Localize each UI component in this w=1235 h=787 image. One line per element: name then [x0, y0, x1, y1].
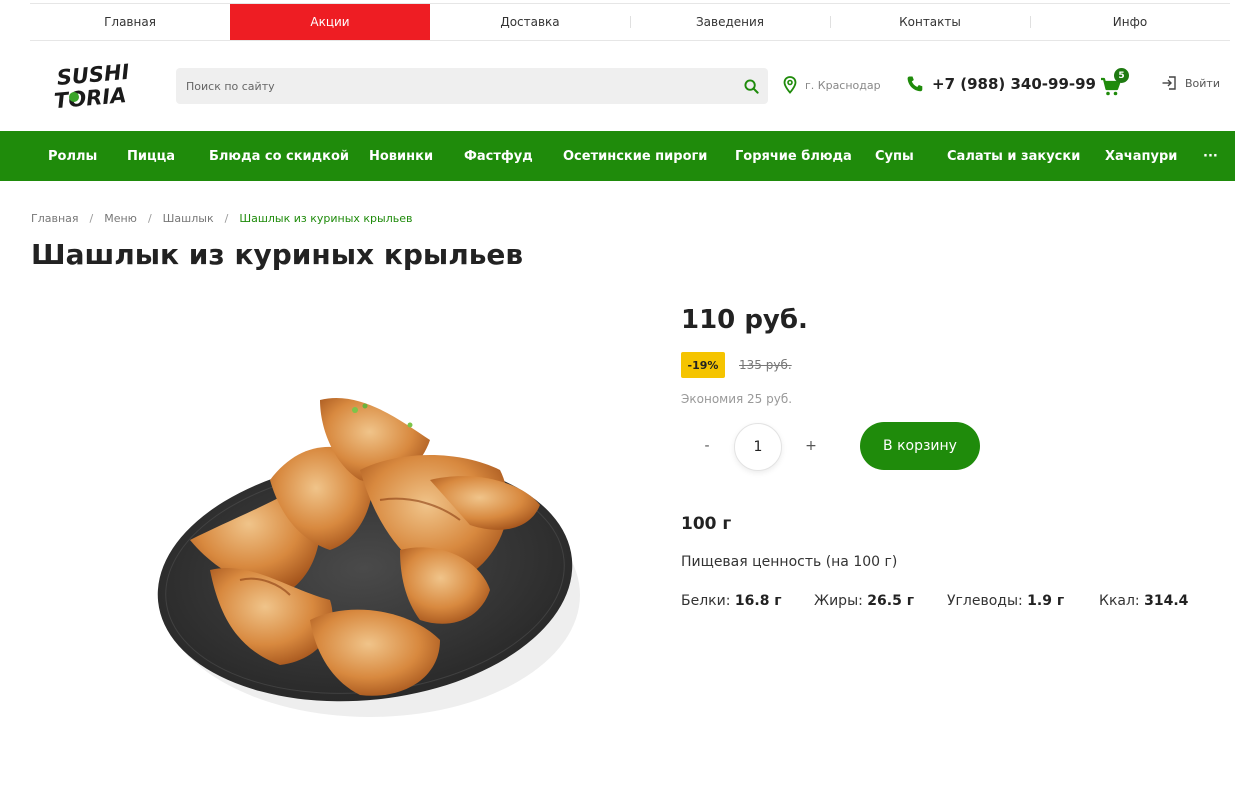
cart-button[interactable]: 5 [1100, 68, 1132, 100]
breadcrumb-current: Шашлык из куриных крыльев [239, 212, 413, 225]
menu-item-salads[interactable]: Салаты и закуски [947, 131, 1080, 181]
login-label: Войти [1185, 76, 1220, 90]
login-icon [1162, 76, 1176, 90]
discount-badge: -19% [681, 352, 725, 378]
location-pin-icon [783, 76, 797, 94]
site-logo[interactable]: SUSHI TORIA [52, 58, 142, 114]
nutrition-proteins: Белки: 16.8 г [681, 593, 782, 609]
topnav-home[interactable]: Главная [30, 4, 230, 40]
product-weight: 100 г [681, 514, 732, 534]
search-button[interactable] [734, 68, 768, 104]
phone-icon [907, 76, 923, 92]
nutrition-label: Жиры: [814, 593, 863, 609]
menu-item-pizza[interactable]: Пицца [127, 131, 175, 181]
menu-item-discounted[interactable]: Блюда со скидкой [209, 131, 349, 181]
nutrition-label: Белки: [681, 593, 731, 609]
logo-green-dot [69, 92, 79, 102]
nutrition-label: Углеводы: [947, 593, 1023, 609]
nutrition-carbs: Углеводы: 1.9 г [947, 593, 1064, 609]
chicken-wings-on-slate-picture [157, 398, 580, 717]
nutrition-value: 26.5 г [867, 593, 915, 609]
search-bar [176, 68, 768, 104]
product-price: 110 руб. [681, 305, 808, 335]
breadcrumb-separator: / [89, 212, 94, 225]
search-icon [743, 78, 759, 94]
city-label: г. Краснодар [805, 78, 881, 92]
menu-item-fastfood[interactable]: Фастфуд [464, 131, 533, 181]
quantity-input[interactable] [734, 423, 782, 471]
phone-link[interactable]: +7 (988) 340-99-99 [906, 75, 1096, 93]
city-selector[interactable]: г. Краснодар [783, 76, 881, 94]
menu-item-khachapuri[interactable]: Хачапури [1105, 131, 1177, 181]
nutrition-value: 314.4 [1144, 593, 1189, 609]
nutrition-title: Пищевая ценность (на 100 г) [681, 554, 898, 570]
product-image [120, 330, 620, 780]
topnav-promotions[interactable]: Акции [230, 4, 430, 40]
topnav-info[interactable]: Инфо [1030, 4, 1230, 40]
menu-item-ossetian-pies[interactable]: Осетинские пироги [563, 131, 707, 181]
quantity-increase-button[interactable]: + [801, 436, 821, 456]
page-title: Шашлык из куриных крыльев [31, 238, 524, 271]
nutrition-value: 1.9 г [1027, 593, 1065, 609]
breadcrumb-shashlik[interactable]: Шашлык [163, 212, 214, 225]
breadcrumb-home[interactable]: Главная [31, 212, 79, 225]
breadcrumb-separator: / [147, 212, 152, 225]
old-price: 135 руб. [739, 358, 792, 372]
cart-count-badge: 5 [1114, 68, 1129, 83]
topnav-delivery[interactable]: Доставка [430, 4, 630, 40]
add-to-cart-button[interactable]: В корзину [860, 422, 980, 470]
nutrition-label: Ккал: [1099, 593, 1140, 609]
menu-item-rolls[interactable]: Роллы [48, 131, 97, 181]
breadcrumb-separator: / [224, 212, 229, 225]
main-menu: Роллы Пицца Блюда со скидкой Новинки Фас… [0, 131, 1235, 181]
logo-text-bottom: TORIA [53, 83, 127, 113]
quantity-decrease-button[interactable]: - [697, 436, 717, 456]
top-navigation: Главная Акции Доставка Заведения Контакт… [30, 3, 1230, 41]
login-button[interactable]: Войти [1161, 75, 1220, 91]
breadcrumb: Главная / Меню / Шашлык / Шашлык из кури… [31, 212, 413, 225]
topnav-restaurants[interactable]: Заведения [630, 4, 830, 40]
breadcrumb-menu[interactable]: Меню [104, 212, 137, 225]
menu-item-soups[interactable]: Супы [875, 131, 914, 181]
sushitoria-logo-graphic: SUSHI TORIA [53, 60, 130, 114]
search-input[interactable] [176, 68, 734, 104]
nutrition-kcal: Ккал: 314.4 [1099, 593, 1188, 609]
menu-item-new[interactable]: Новинки [369, 131, 433, 181]
nutrition-value: 16.8 г [734, 593, 782, 609]
savings-text: Экономия 25 руб. [681, 392, 793, 406]
topnav-contacts[interactable]: Контакты [830, 4, 1030, 40]
menu-more-button[interactable]: ··· [1203, 131, 1218, 181]
phone-number: +7 (988) 340-99-99 [932, 75, 1096, 93]
nutrition-fats: Жиры: 26.5 г [814, 593, 914, 609]
menu-item-hot-dishes[interactable]: Горячие блюда [735, 131, 852, 181]
